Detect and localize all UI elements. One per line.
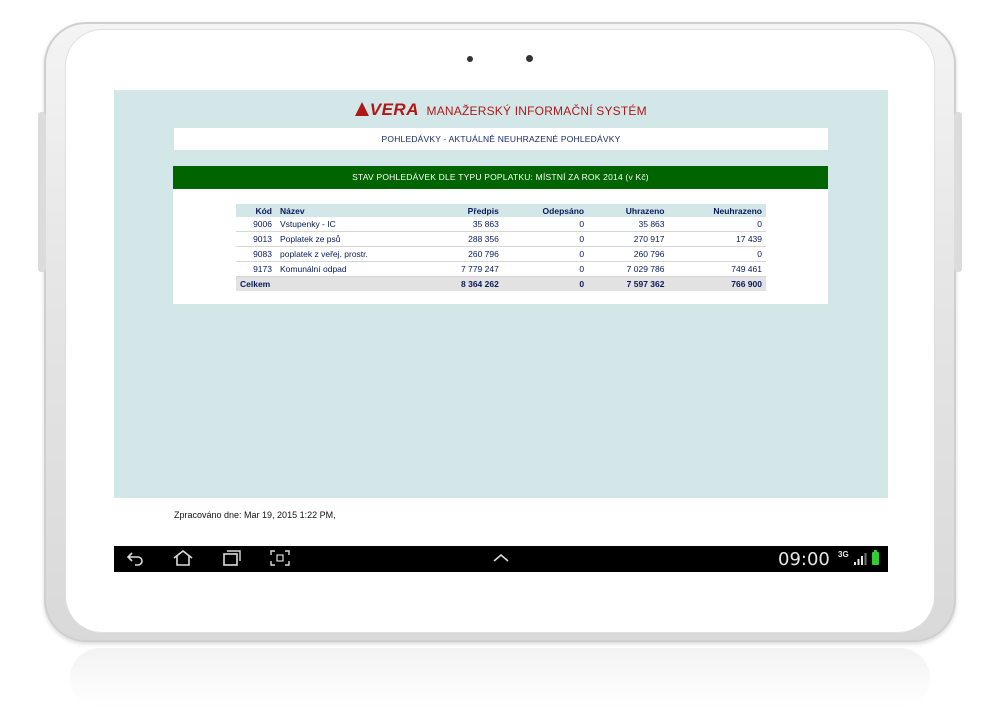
page-subtitle: POHLEDÁVKY - AKTUÁLNĚ NEUHRAZENÉ POHLEDÁ…	[174, 128, 828, 150]
app-header: VERA MANAŽERSKÝ INFORMAČNÍ SYSTÉM	[114, 100, 888, 122]
cell-nazev: Poplatek ze psů	[276, 231, 424, 247]
table-row[interactable]: 9173 Komunální odpad 7 779 247 0 7 029 7…	[236, 261, 766, 277]
signal-icon	[854, 553, 867, 565]
home-icon[interactable]	[172, 549, 194, 568]
table-header-row: Kód Název Předpis Odepsáno Uhrazeno Neuh…	[236, 204, 766, 217]
table-row[interactable]: 9006 Vstupenky - IC 35 863 0 35 863 0	[236, 217, 766, 232]
status-clock: 09:00	[778, 549, 830, 570]
cell-kod: 9006	[236, 217, 276, 232]
cell-neuhrazeno: 0	[668, 217, 766, 232]
cell-nazev: poplatek z veřej. prostr.	[276, 246, 424, 262]
total-label: Celkem	[236, 276, 276, 291]
cell-kod: 9013	[236, 231, 276, 247]
report-panel: STAV POHLEDÁVEK DLE TYPU POPLATKU: MÍSTN…	[173, 166, 828, 304]
side-button-right	[954, 112, 962, 272]
report-heading: STAV POHLEDÁVEK DLE TYPU POPLATKU: MÍSTN…	[173, 166, 828, 189]
side-button-left	[38, 112, 46, 272]
footer: Zpracováno dne: Mar 19, 2015 1:22 PM,	[114, 498, 888, 546]
tablet-reflection	[70, 648, 930, 708]
recent-apps-icon[interactable]	[222, 550, 242, 568]
cell-uhrazeno: 260 796	[588, 246, 669, 262]
cell-uhrazeno: 7 029 786	[588, 261, 669, 277]
cell-predpis: 260 796	[424, 246, 503, 262]
screen: VERA MANAŽERSKÝ INFORMAČNÍ SYSTÉM POHLED…	[114, 90, 888, 572]
cell-odepsano: 0	[502, 217, 589, 232]
vera-logo-icon	[355, 102, 370, 116]
app-title: MANAŽERSKÝ INFORMAČNÍ SYSTÉM	[426, 104, 647, 118]
cell-neuhrazeno: 17 439	[668, 231, 766, 247]
screenshot-icon[interactable]	[270, 550, 290, 568]
table-row[interactable]: 9083 poplatek z veřej. prostr. 260 796 0…	[236, 246, 766, 262]
sensor-dot	[467, 56, 473, 62]
col-neuhrazeno: Neuhrazeno	[668, 204, 766, 217]
cell-nazev: Vstupenky - IC	[276, 217, 424, 232]
back-icon[interactable]	[126, 550, 144, 568]
col-kod: Kód	[236, 204, 276, 217]
receivables-table: Kód Název Předpis Odepsáno Uhrazeno Neuh…	[236, 204, 766, 291]
processed-date: Zpracováno dne: Mar 19, 2015 1:22 PM,	[174, 510, 336, 520]
cell-predpis: 7 779 247	[424, 261, 503, 277]
up-chevron-icon[interactable]	[492, 550, 510, 568]
total-uhrazeno: 7 597 362	[588, 276, 669, 291]
cell-uhrazeno: 270 917	[588, 231, 669, 247]
cell-kod: 9173	[236, 261, 276, 277]
total-nazev	[276, 276, 424, 291]
cell-odepsano: 0	[502, 231, 589, 247]
cell-odepsano: 0	[502, 246, 589, 262]
android-nav-bar: 09:00 3G	[114, 546, 888, 572]
cell-neuhrazeno: 0	[668, 246, 766, 262]
total-predpis: 8 364 262	[424, 276, 503, 291]
cell-neuhrazeno: 749 461	[668, 261, 766, 277]
cell-kod: 9083	[236, 246, 276, 262]
table-total-row: Celkem 8 364 262 0 7 597 362 766 900	[236, 276, 766, 291]
col-odepsano: Odepsáno	[502, 204, 589, 217]
cell-predpis: 35 863	[424, 217, 503, 232]
cell-nazev: Komunální odpad	[276, 261, 424, 277]
total-neuhrazeno: 766 900	[668, 276, 766, 291]
cell-odepsano: 0	[502, 261, 589, 277]
app-logo: VERA	[369, 100, 419, 119]
total-odepsano: 0	[502, 276, 589, 291]
battery-icon	[872, 550, 879, 565]
col-predpis: Předpis	[424, 204, 503, 217]
network-indicator: 3G	[838, 550, 849, 559]
table-row[interactable]: 9013 Poplatek ze psů 288 356 0 270 917 1…	[236, 231, 766, 247]
cell-predpis: 288 356	[424, 231, 503, 247]
col-nazev: Název	[276, 204, 424, 217]
camera-icon	[526, 55, 533, 62]
col-uhrazeno: Uhrazeno	[588, 204, 669, 217]
cell-uhrazeno: 35 863	[588, 217, 669, 232]
